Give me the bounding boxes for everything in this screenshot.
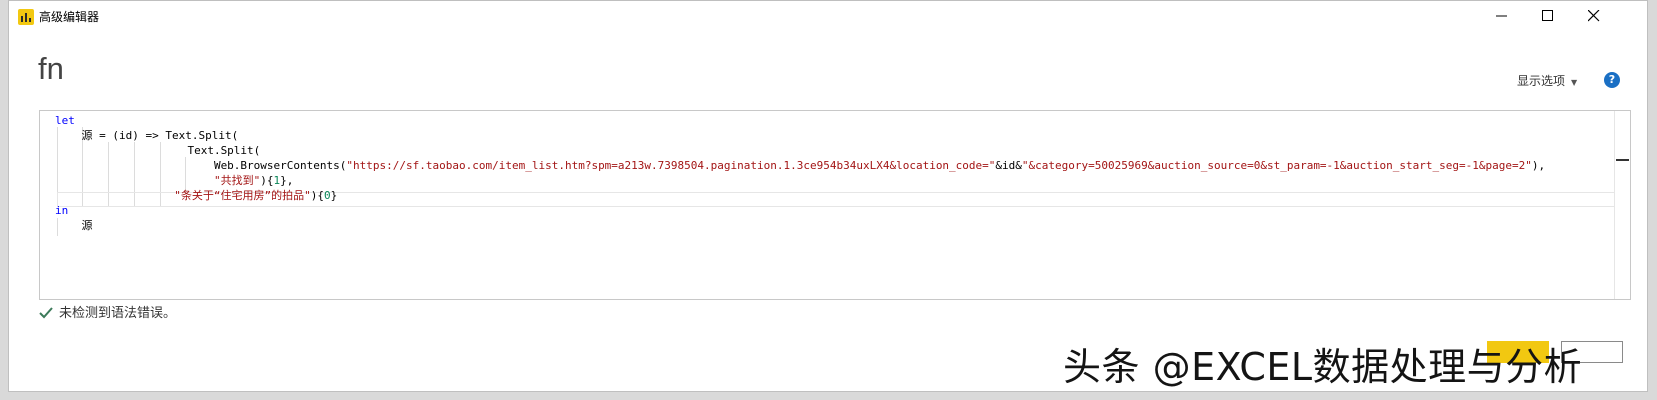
code-token: ){: [260, 174, 274, 187]
code-token: "条关于“住宅用房”的拍品": [174, 189, 311, 202]
code-token: 源: [55, 219, 93, 232]
code-token: }: [330, 189, 338, 202]
code-token: "&category=50025969&auction_source=0&st_…: [1021, 159, 1532, 172]
checkmark-icon: [39, 307, 53, 319]
code-line: 源 = (id) => Text.Split(: [55, 128, 238, 143]
code-line: "共找到"){1},: [55, 173, 293, 188]
code-token: Text.Split(: [55, 144, 261, 157]
code-line: let: [55, 113, 75, 128]
syntax-status: 未检测到语法错误。: [39, 302, 176, 321]
code-line: in: [55, 203, 68, 218]
code-token: in: [55, 204, 69, 217]
code-token: 0: [323, 189, 331, 202]
code-line: Web.BrowserContents("https://sf.taobao.c…: [55, 158, 1545, 173]
minimize-icon: [1496, 15, 1507, 17]
code-token: ),: [1531, 159, 1546, 172]
code-line: "条关于“住宅用房”的拍品"){0}: [55, 188, 337, 203]
code-token: },: [280, 174, 294, 187]
vertical-scrollbar[interactable]: [1614, 111, 1630, 299]
fn-label: fn: [38, 51, 64, 86]
code-token: Web.BrowserContents(: [55, 159, 347, 172]
close-button[interactable]: [1571, 1, 1617, 31]
code-line: Text.Split(: [55, 143, 260, 158]
syntax-status-text: 未检测到语法错误。: [59, 306, 177, 321]
code-editor[interactable]: let 源 = (id) => Text.Split( Text.Split( …: [39, 110, 1631, 300]
help-icon[interactable]: ?: [1604, 72, 1620, 88]
close-icon: [1588, 10, 1600, 22]
code-token: let: [55, 114, 75, 127]
window-title: 高级编辑器: [39, 10, 100, 24]
code-token: "共找到": [213, 174, 261, 187]
maximize-icon: [1542, 10, 1553, 21]
advanced-editor-window: 高级编辑器 fn 显示选项 ▼ ? let 源 = (id) => Text.S…: [8, 0, 1648, 392]
chevron-down-icon: ▼: [1571, 78, 1578, 87]
display-options-label: 显示选项: [1517, 74, 1566, 88]
code-token: &id&: [995, 159, 1022, 172]
display-options-dropdown[interactable]: 显示选项 ▼: [1517, 72, 1577, 89]
scroll-position-marker: [1616, 159, 1629, 161]
minimize-button[interactable]: [1479, 1, 1525, 31]
code-token: 源 = (id) => Text.Split(: [55, 129, 239, 142]
code-token: ){: [310, 189, 324, 202]
title-bar: 高级编辑器: [9, 1, 1647, 31]
watermark-text: 头条 @EXCEL数据处理与分析: [1063, 345, 1583, 389]
maximize-button[interactable]: [1525, 1, 1571, 31]
code-token: "https://sf.taobao.com/item_list.htm?spm…: [346, 159, 996, 172]
code-line: 源: [55, 218, 93, 233]
power-bi-icon: [18, 9, 34, 25]
